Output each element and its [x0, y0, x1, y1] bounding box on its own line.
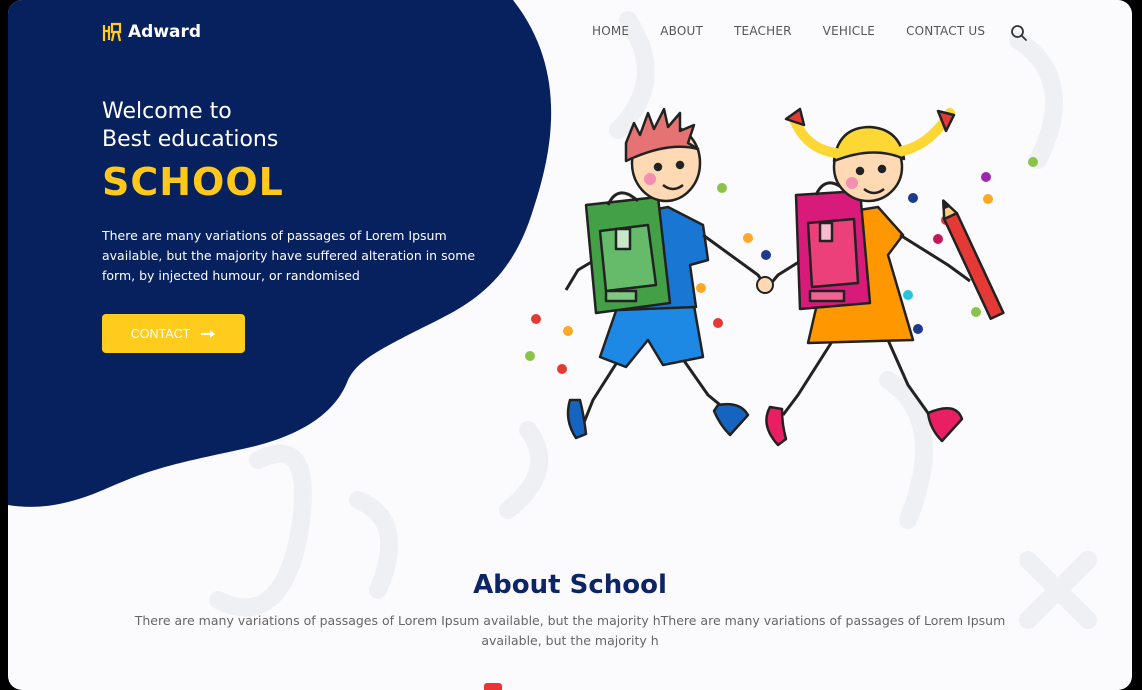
nav-home[interactable]: HOME [592, 24, 629, 38]
hero-highlight: SCHOOL [102, 160, 284, 204]
logo-icon [102, 22, 122, 42]
arrow-right-icon [201, 329, 216, 338]
brand-name: Adward [128, 22, 202, 42]
boy-figure [564, 107, 768, 440]
girl-figure [765, 107, 1005, 447]
about-title: About School [473, 570, 667, 600]
hero-heading: Welcome to Best educations [102, 98, 278, 154]
contact-button[interactable]: CONTACT [102, 314, 245, 353]
nav-teacher[interactable]: TEACHER [734, 24, 792, 38]
main-nav: HOME ABOUT TEACHER VEHICLE CONTACT US [592, 24, 985, 38]
hero-description: There are many variations of passages of… [102, 228, 476, 283]
holding-hands [756, 276, 774, 294]
nav-about[interactable]: ABOUT [660, 24, 703, 38]
search-icon[interactable] [1010, 24, 1028, 42]
nav-contact-us[interactable]: CONTACT US [906, 24, 985, 38]
next-section-marker [484, 683, 502, 690]
contact-button-label: CONTACT [130, 326, 191, 341]
hero-line-2: Best educations [102, 127, 279, 152]
brand-logo[interactable]: Adward [102, 21, 201, 43]
hero-line-1: Welcome to [102, 99, 232, 124]
school-kids-illustration [525, 107, 1038, 447]
nav-vehicle[interactable]: VEHICLE [823, 24, 875, 38]
page: Adward HOME ABOUT TEACHER VEHICLE CONTAC… [8, 0, 1132, 690]
about-description: There are many variations of passages of… [134, 613, 1006, 648]
